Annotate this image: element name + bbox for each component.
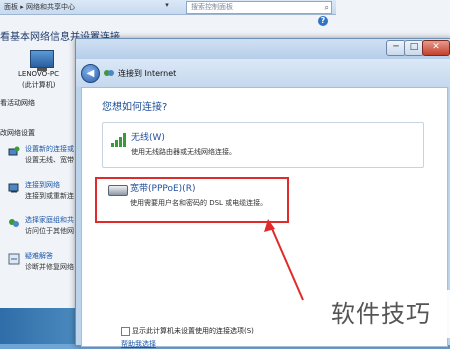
close-button[interactable]: ✕ xyxy=(422,40,450,56)
connect-network-icon xyxy=(8,183,19,193)
breadcrumb[interactable]: 面板 ▸ 网络和共享中心 xyxy=(4,2,75,12)
troubleshoot-icon xyxy=(8,253,20,265)
address-dropdown-icon[interactable]: ▾ xyxy=(160,1,174,12)
search-input[interactable]: 搜索控制面板 ⌕ xyxy=(186,1,332,14)
dialog-nav-bar: ◀ 连接到 Internet xyxy=(76,59,450,87)
show-options-checkbox[interactable] xyxy=(121,327,130,336)
option-title: 无线(W) xyxy=(131,133,165,143)
minimize-button[interactable]: ─ xyxy=(386,40,406,56)
network-setup-icon xyxy=(8,146,20,156)
task-desc: 诊断并修复网络 xyxy=(25,263,74,271)
watermark-text: 软件技巧 xyxy=(312,290,450,338)
annotation-highlight-box xyxy=(95,177,289,223)
task-link[interactable]: 设置新的连接或 xyxy=(25,144,74,154)
show-options-label[interactable]: 显示此计算机未设置使用的连接选项(S) xyxy=(132,326,254,336)
task-link[interactable]: 连接到网络 xyxy=(25,180,60,190)
computer-icon xyxy=(30,50,54,71)
computer-name: LENOVO-PC xyxy=(18,70,59,78)
task-link[interactable]: 选择家庭组和共 xyxy=(25,215,74,225)
network-globe-icon xyxy=(104,70,114,76)
homegroup-icon xyxy=(9,219,19,227)
back-button[interactable]: ◀ xyxy=(81,64,100,83)
connection-question: 您想如何连接? xyxy=(102,102,168,113)
task-desc: 连接到或重新连 xyxy=(25,192,74,200)
wireless-signal-icon xyxy=(111,133,127,147)
search-placeholder: 搜索控制面板 xyxy=(191,3,233,11)
help-icon[interactable]: ? xyxy=(318,16,328,26)
maximize-button[interactable]: □ xyxy=(404,40,424,56)
task-desc: 设置无线、宽带 xyxy=(25,156,74,164)
change-settings-heading: 改网络设置 xyxy=(0,129,35,137)
option-wireless[interactable]: 无线(W) 使用无线路由器或无线网络连接。 xyxy=(102,122,424,168)
task-link[interactable]: 疑难解答 xyxy=(25,251,53,261)
help-choose-link[interactable]: 帮助我选择 xyxy=(121,339,156,349)
search-icon[interactable]: ⌕ xyxy=(325,2,329,13)
active-networks-heading: 看活动网络 xyxy=(0,99,35,107)
dialog-title: 连接到 Internet xyxy=(118,69,177,78)
task-desc: 访问位于其他网 xyxy=(25,227,74,235)
option-desc: 使用无线路由器或无线网络连接。 xyxy=(131,148,236,156)
computer-sub-label: (此计算机) xyxy=(22,81,56,89)
